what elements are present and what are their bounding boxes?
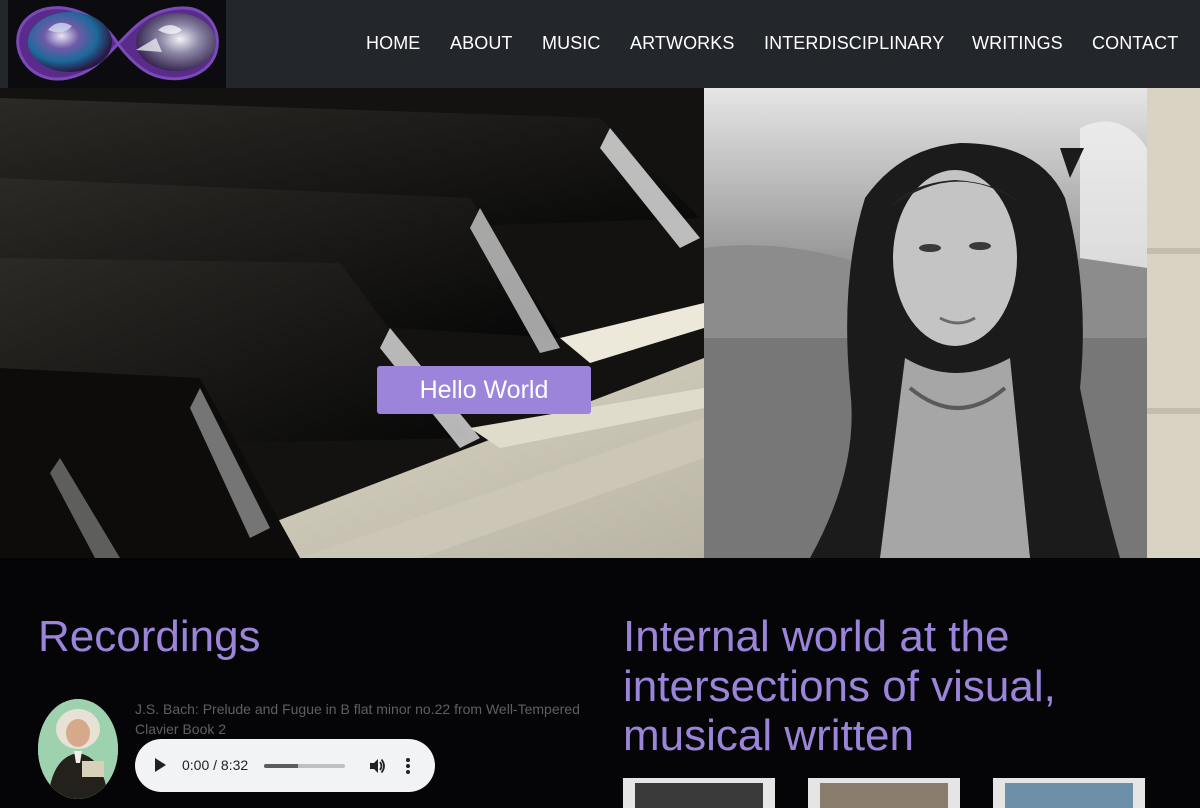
logo[interactable] xyxy=(8,0,226,88)
site-header: HOME ABOUT MUSIC ARTWORKS INTERDISCIPLIN… xyxy=(0,0,1200,88)
track-title: J.S. Bach: Prelude and Fugue in B flat m… xyxy=(135,701,580,737)
hero-slider: Hello World xyxy=(0,88,1200,558)
nav-music[interactable]: MUSIC xyxy=(542,33,601,54)
nav-interdisciplinary[interactable]: INTERDISCIPLINARY xyxy=(764,33,944,54)
intro-heading: Internal world at the intersections of v… xyxy=(623,612,1056,760)
play-icon[interactable] xyxy=(153,757,167,773)
volume-icon[interactable] xyxy=(367,756,387,776)
nav-contact[interactable]: CONTACT xyxy=(1092,33,1178,54)
player-time: 0:00 / 8:32 xyxy=(182,757,249,773)
hero-image xyxy=(0,88,1200,558)
logo-icon xyxy=(16,6,219,81)
gallery-thumbnail xyxy=(635,783,763,808)
nav-about[interactable]: ABOUT xyxy=(450,33,513,54)
recordings-heading: Recordings xyxy=(38,612,261,661)
player-progress-fill xyxy=(264,764,299,768)
gallery-thumbnail xyxy=(820,783,948,808)
hero-cta-button[interactable]: Hello World xyxy=(377,366,591,414)
player-progress-bar[interactable] xyxy=(264,764,345,768)
gallery-card[interactable] xyxy=(993,778,1145,808)
composer-portrait-image xyxy=(38,699,118,799)
nav-writings[interactable]: WRITINGS xyxy=(972,33,1063,54)
gallery-card[interactable] xyxy=(808,778,960,808)
nav-home[interactable]: HOME xyxy=(366,33,420,54)
more-options-icon[interactable] xyxy=(400,756,416,776)
audio-player: 0:00 / 8:32 xyxy=(135,739,435,792)
track-thumbnail xyxy=(38,699,118,799)
gallery-thumbnail xyxy=(1005,783,1133,808)
nav-artworks[interactable]: ARTWORKS xyxy=(630,33,734,54)
gallery-card[interactable] xyxy=(623,778,775,808)
